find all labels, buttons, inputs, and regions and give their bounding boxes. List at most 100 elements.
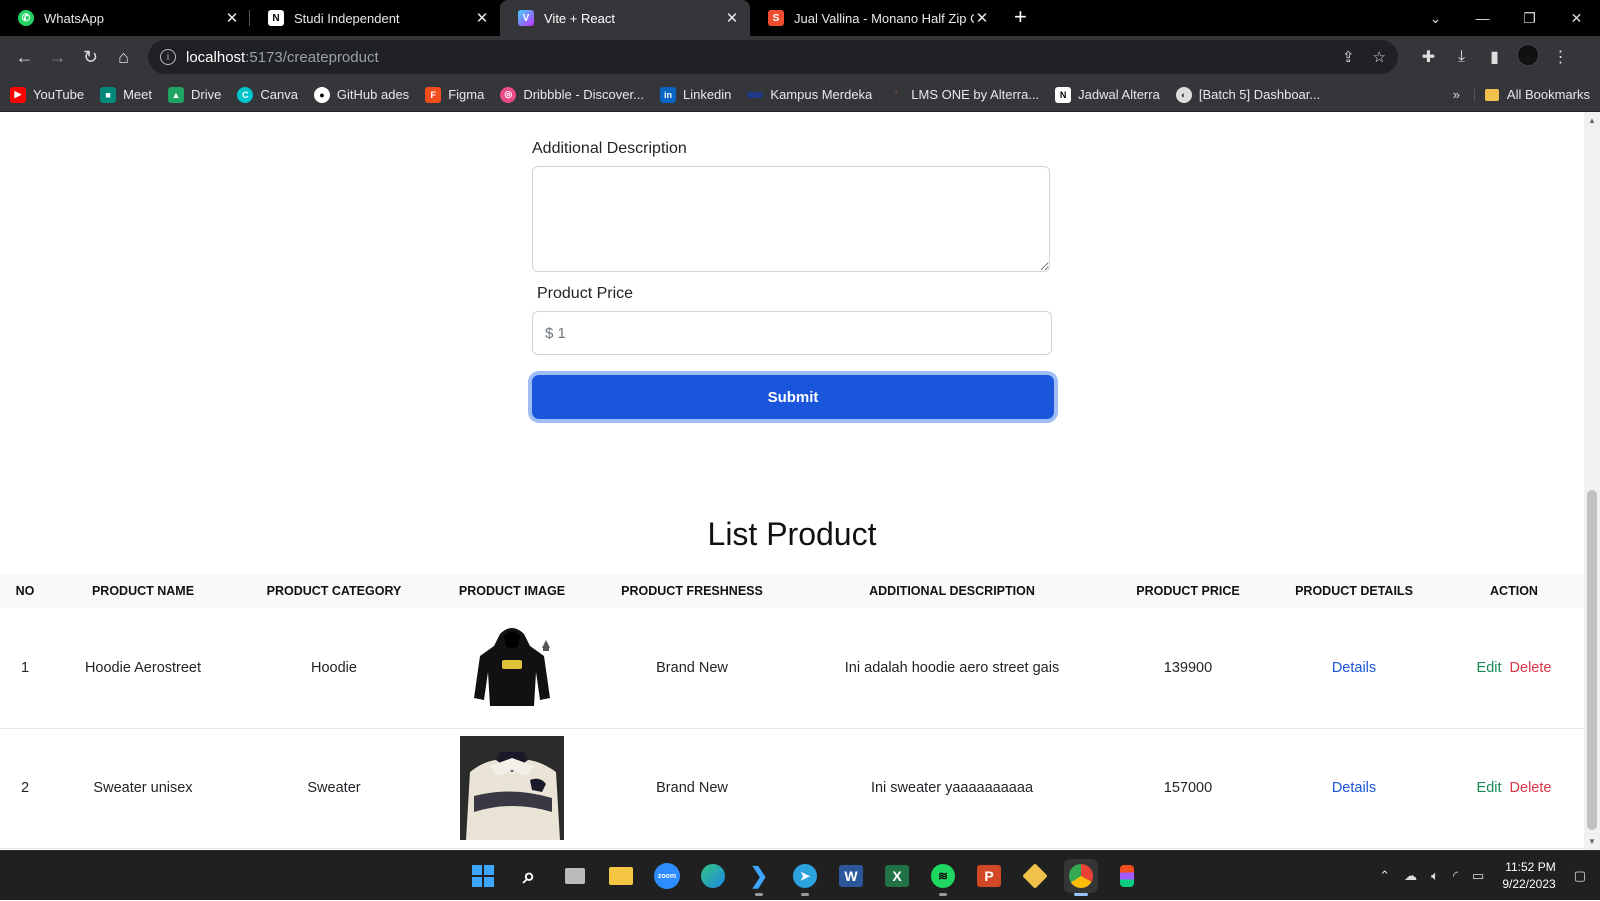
browser-tab-bar: ✆ WhatsApp ✕ N Studi Independent ✕ V Vit… [0,0,1600,36]
details-link[interactable]: Details [1332,780,1376,796]
bookmark-canva[interactable]: C Canva [237,86,298,103]
dribbble-icon: ◎ [500,86,517,103]
folder-icon [1484,88,1499,101]
extensions-icon[interactable]: ✚ [1412,47,1445,67]
vscode-icon[interactable]: ❯ [742,859,776,896]
clock-date: 9/22/2023 [1502,877,1556,891]
cell-product-image [432,728,592,848]
cell-product-price: 139900 [1163,659,1213,676]
search-icon[interactable]: ⌕ [512,859,546,893]
address-toolbar: ← → ↻ ⌂ i localhost:5173/createproduct ⇪… [0,36,1600,78]
header-product-image: PRODUCT IMAGE [458,584,566,598]
volume-icon[interactable]: 🔈︎ [1431,868,1439,884]
bookmark-jadwal-alterra[interactable]: N Jadwal Alterra [1055,86,1160,103]
browser-actions: ✚ ⤓ ▮ ⋮ [1412,43,1577,71]
show-hidden-icons-icon[interactable]: ⌃ [1379,868,1390,884]
notifications-icon[interactable]: ▢ [1574,868,1586,884]
tab-title: Jual Vallina - Monano Half Zip C [794,10,974,26]
close-tab-icon[interactable]: ✕ [474,9,490,27]
telegram-icon[interactable]: ➤ [788,859,822,896]
sweater-image [460,736,564,840]
word-icon[interactable]: W [834,859,868,893]
tab-vite-react[interactable]: V Vite + React ✕ [500,0,750,36]
more-bookmarks-icon[interactable]: » [1453,87,1460,102]
spotify-icon[interactable]: ≋ [926,859,960,896]
minimize-icon[interactable]: — [1459,10,1506,26]
edit-button[interactable]: Edit [1477,660,1502,676]
close-tab-icon[interactable]: ✕ [224,9,240,27]
cell-product-name: Sweater unisex [93,780,193,796]
bookmark-youtube[interactable]: ▶ YouTube [10,86,84,103]
delete-button[interactable]: Delete [1510,660,1552,676]
figma-icon[interactable] [1110,859,1144,893]
bookmark-star-icon[interactable]: ☆ [1373,48,1386,66]
new-tab-button[interactable]: + [1000,0,1041,36]
all-bookmarks-label: All Bookmarks [1506,87,1590,102]
menu-icon[interactable]: ⋮ [1544,47,1577,67]
scroll-up-icon[interactable]: ▲ [1584,116,1600,125]
close-tab-icon[interactable]: ✕ [974,9,990,27]
cell-product-name: Hoodie Aerostreet [84,659,202,676]
share-icon[interactable]: ⇪ [1342,48,1355,66]
bookmark-drive[interactable]: ▲ Drive [168,86,221,103]
zoom-icon[interactable]: zoom [650,859,684,893]
home-icon[interactable]: ⌂ [107,47,140,68]
description-textarea[interactable] [532,166,1050,272]
task-view-icon[interactable] [558,859,592,893]
site-info-icon[interactable]: i [160,49,176,65]
windows-start-icon[interactable] [466,859,500,893]
canva-icon: C [237,86,254,103]
bookmark-batch5-dashboard[interactable]: ◐ [Batch 5] Dashboar... [1175,86,1320,103]
bookmark-label: Meet [123,87,152,102]
bookmark-dribbble[interactable]: ◎ Dribbble - Discover... [500,86,644,103]
battery-icon[interactable]: ▭ [1472,868,1484,884]
tab-whatsapp[interactable]: ✆ WhatsApp ✕ [0,0,250,36]
forward-icon[interactable]: → [41,47,74,68]
side-panel-icon[interactable]: ▮ [1478,47,1511,67]
scrollbar-thumb[interactable] [1587,490,1597,830]
bookmark-kampus-merdeka[interactable]: Kampus Merdeka [747,87,872,102]
back-icon[interactable]: ← [8,47,41,68]
onedrive-icon[interactable]: ☁ [1404,868,1417,884]
profile-avatar[interactable] [1511,43,1544,71]
file-explorer-icon[interactable] [604,859,638,893]
wifi-icon[interactable]: ◜ [1453,868,1458,884]
page-scrollbar[interactable]: ▲ ▼ [1584,112,1600,850]
bookmark-figma[interactable]: F Figma [425,86,484,103]
bookmark-lms-one[interactable]: ˊ LMS ONE by Alterra... [888,87,1039,103]
bookmark-meet[interactable]: ■ Meet [100,86,152,103]
reload-icon[interactable]: ↻ [74,47,107,68]
git-icon[interactable] [1018,859,1052,893]
clock[interactable]: 11:52 PM 9/22/2023 [1502,859,1555,893]
edge-icon[interactable] [696,859,730,893]
submit-button[interactable]: Submit [532,375,1054,419]
url-host: localhost [186,48,246,66]
powerpoint-icon[interactable]: P [972,859,1006,893]
restore-icon[interactable]: ❐ [1506,10,1553,27]
price-input[interactable] [532,311,1052,355]
bookmark-label: Dribbble - Discover... [523,87,644,102]
address-bar[interactable]: i localhost:5173/createproduct ⇪ ☆ [148,40,1398,74]
all-bookmarks-button[interactable]: All Bookmarks [1473,87,1590,102]
edit-button[interactable]: Edit [1477,780,1502,796]
bookmark-github[interactable]: ● GitHub ades [313,86,409,103]
list-product-title: List Product [707,516,877,552]
vite-icon: V [518,10,534,26]
header-product-price: PRODUCT PRICE [1136,584,1240,598]
tab-studi-independent[interactable]: N Studi Independent ✕ [250,0,500,36]
chrome-icon[interactable] [1064,859,1098,896]
header-additional-description: ADDITIONAL DESCRIPTION [869,584,1035,598]
close-tab-icon[interactable]: ✕ [724,9,740,27]
download-icon[interactable]: ⤓ [1445,48,1478,66]
tab-search-icon[interactable]: ⌄ [1412,10,1459,27]
scroll-down-icon[interactable]: ▼ [1584,837,1600,846]
excel-icon[interactable]: X [880,859,914,893]
bookmark-linkedin[interactable]: in Linkedin [659,86,731,103]
tab-jual-vallina[interactable]: S Jual Vallina - Monano Half Zip C ✕ [750,0,1000,36]
details-link[interactable]: Details [1332,660,1376,676]
notion-icon: N [1055,86,1072,103]
url-path: :5173/createproduct [245,48,379,66]
delete-button[interactable]: Delete [1510,780,1552,796]
figma-icon: F [425,86,442,103]
close-window-icon[interactable]: ✕ [1553,10,1600,27]
